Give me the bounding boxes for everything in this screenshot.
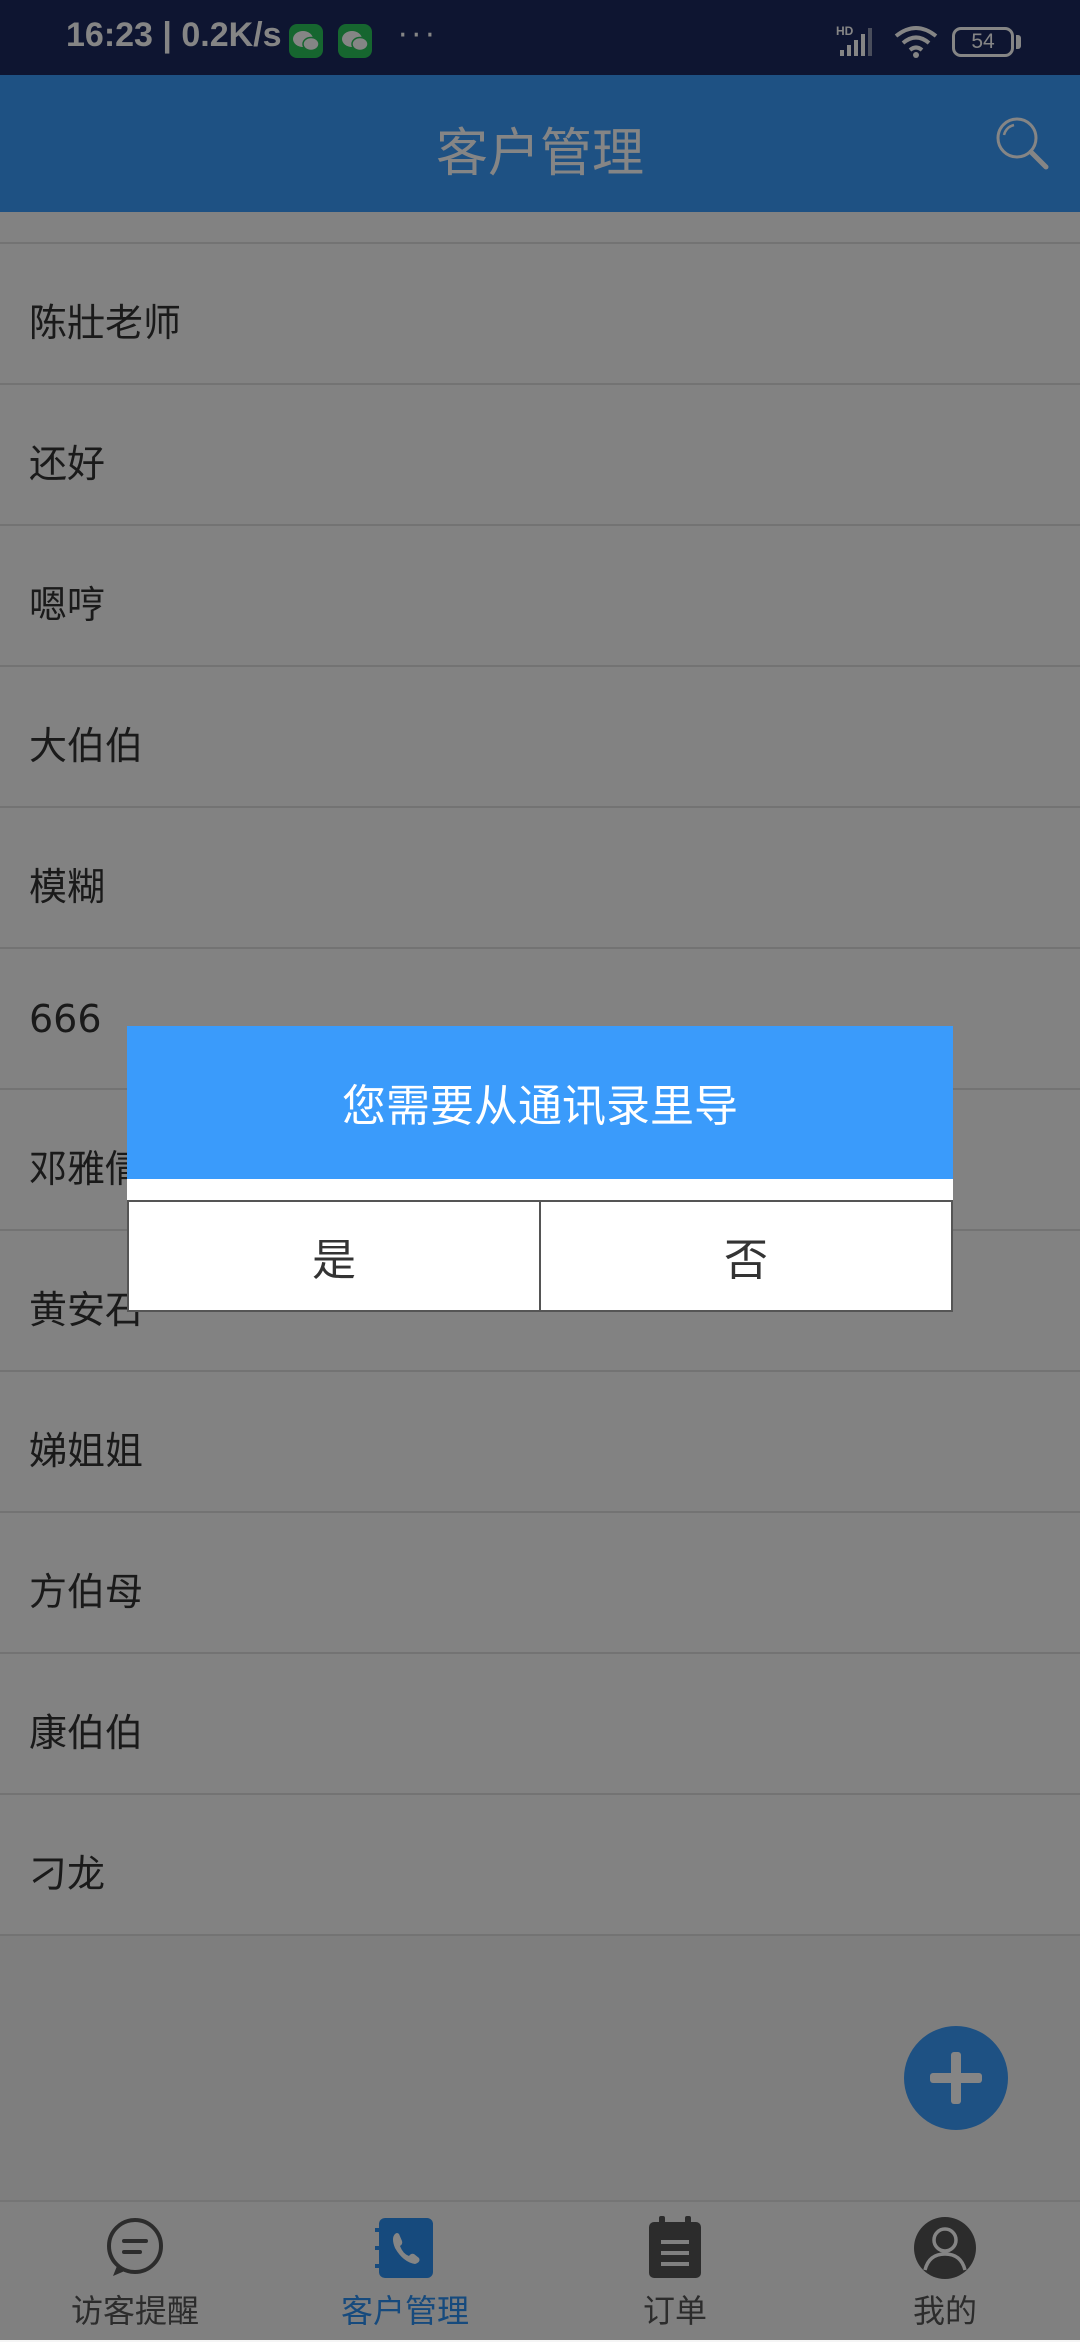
yes-button[interactable]: 是: [129, 1202, 539, 1310]
import-contacts-dialog: 您需要从通讯录里导 是 否: [127, 1026, 953, 1312]
dialog-message: 您需要从通讯录里导: [342, 1081, 738, 1132]
dialog-spacer: [127, 1179, 953, 1200]
no-button[interactable]: 否: [539, 1202, 951, 1310]
dialog-button-row: 是 否: [127, 1200, 953, 1312]
dialog-header: 您需要从通讯录里导: [127, 1026, 953, 1179]
